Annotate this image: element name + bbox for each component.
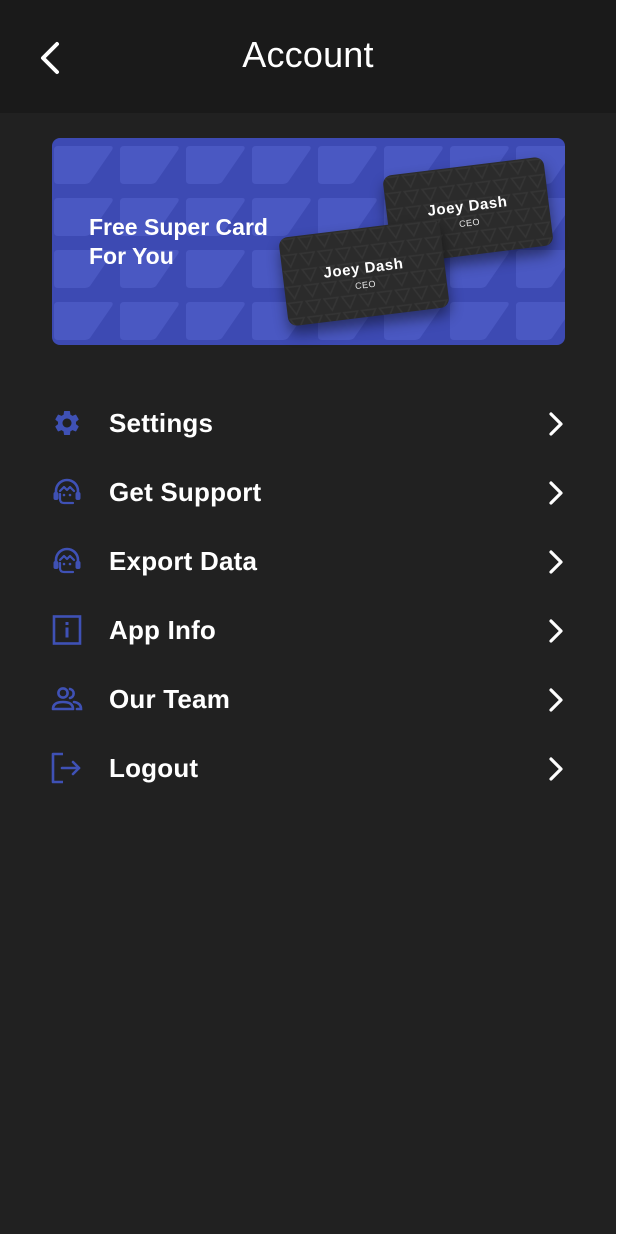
menu-item-logout[interactable]: Logout	[0, 735, 616, 804]
menu-item-export-data[interactable]: Export Data	[0, 528, 616, 597]
top-app-bar: Account	[0, 0, 616, 113]
headset-icon	[50, 544, 84, 578]
menu-item-get-support[interactable]: Get Support	[0, 459, 616, 528]
chevron-right-icon	[544, 755, 568, 783]
promo-title: Free Super Card For You	[89, 213, 268, 271]
promo-title-line1: Free Super Card	[89, 214, 268, 240]
menu-item-our-team[interactable]: Our Team	[0, 666, 616, 735]
menu-item-label: Export Data	[109, 546, 258, 576]
page-title: Account	[242, 34, 374, 75]
people-icon	[50, 682, 84, 716]
menu-item-label: Settings	[109, 408, 214, 438]
chevron-right-icon	[544, 410, 568, 438]
menu-item-app-info[interactable]: App Info	[0, 597, 616, 666]
menu-item-label: Logout	[109, 753, 199, 783]
menu-item-label: App Info	[109, 615, 217, 645]
chevron-right-icon	[544, 617, 568, 645]
account-menu: Settings Get Support Export Data App Inf…	[0, 390, 616, 804]
chevron-right-icon	[544, 686, 568, 714]
chevron-right-icon	[544, 479, 568, 507]
menu-item-label: Our Team	[109, 684, 231, 714]
promo-title-line2: For You	[89, 243, 174, 269]
gear-icon	[50, 406, 84, 440]
account-screen: Account Free Super Card For You Joey Das	[0, 0, 616, 1234]
menu-item-settings[interactable]: Settings	[0, 390, 616, 459]
menu-item-label: Get Support	[109, 477, 262, 507]
chevron-right-icon	[544, 548, 568, 576]
headset-icon	[50, 475, 84, 509]
info-icon	[50, 613, 84, 647]
logout-icon	[50, 751, 84, 785]
